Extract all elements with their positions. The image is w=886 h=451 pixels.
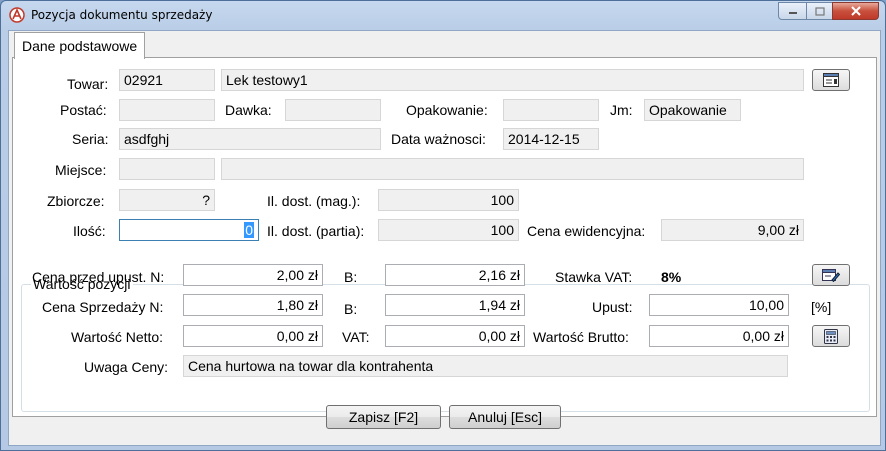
data-waznosci-field[interactable]: 2014-12-15 — [503, 128, 599, 150]
cena-sprzedazy-label: Cena Sprzedaży N: — [42, 299, 164, 315]
uwaga-field[interactable]: Cena hurtowa na towar dla kontrahenta — [183, 355, 788, 377]
jm-label: Jm: — [610, 102, 633, 118]
stawka-vat-value: 8% — [661, 269, 682, 285]
cena-przed-input[interactable]: 2,00 zł — [183, 264, 323, 286]
uwaga-label: Uwaga Ceny: — [84, 359, 169, 375]
calculator-icon — [824, 328, 838, 344]
ilosc-value: 0 — [244, 222, 254, 238]
cena-ewid-field[interactable]: 9,00 zł — [661, 219, 804, 241]
cancel-button[interactable]: Anuluj [Esc] — [449, 405, 561, 429]
cena-przed-label: Cena przed upust. N: — [32, 269, 165, 285]
list-picker-icon — [823, 73, 839, 87]
b2-label: B: — [344, 301, 358, 317]
save-button[interactable]: Zapisz [F2] — [326, 405, 441, 429]
miejsce-name-field[interactable] — [221, 158, 804, 180]
dawka-label: Dawka: — [225, 102, 272, 118]
towar-code-field[interactable]: 02921 — [119, 69, 215, 91]
title-bar[interactable]: Pozycja dokumentu sprzedaży — [1, 1, 885, 29]
towar-name-field[interactable]: Lek testowy1 — [221, 69, 804, 91]
towar-label: Towar: — [67, 76, 109, 92]
edit-form-icon — [822, 269, 840, 282]
postac-field[interactable] — [119, 99, 215, 121]
ilosc-label: Ilość: — [73, 223, 106, 239]
miejsce-label: Miejsce: — [55, 162, 107, 178]
il-dost-mag-label: Il. dost. (mag.): — [267, 193, 361, 209]
maximize-icon — [814, 6, 825, 16]
minimize-icon — [788, 12, 797, 14]
wartosc-brutto-input[interactable]: 0,00 zł — [649, 325, 789, 347]
b2-input[interactable]: 1,94 zł — [385, 294, 525, 316]
dialog-window: Pozycja dokumentu sprzedaży Dane podstaw… — [0, 0, 886, 451]
jm-field[interactable]: Opakowanie — [644, 99, 741, 121]
zbiorcze-label: Zbiorcze: — [47, 193, 105, 209]
zbiorcze-field[interactable]: ? — [119, 189, 215, 211]
tab-dane-podstawowe[interactable]: Dane podstawowe — [14, 32, 146, 59]
seria-label: Seria: — [72, 131, 109, 147]
close-button[interactable] — [832, 2, 879, 20]
dawka-field[interactable] — [285, 99, 381, 121]
miejsce-code-field[interactable] — [119, 158, 215, 180]
opakowanie-field[interactable] — [503, 99, 599, 121]
dialog-client-area: Dane podstawowe Towar: 02921 Lek testowy… — [8, 30, 881, 446]
upust-unit: [%] — [811, 299, 832, 315]
wartosc-netto-input[interactable]: 0,00 zł — [183, 325, 323, 347]
window-title: Pozycja dokumentu sprzedaży — [31, 8, 213, 22]
b1-label: B: — [344, 269, 358, 285]
close-icon — [850, 6, 861, 16]
calculator-button[interactable] — [812, 325, 850, 347]
opakowanie-label: Opakowanie: — [406, 102, 488, 118]
stawka-vat-label: Stawka VAT: — [555, 269, 633, 285]
cena-sprzedazy-input[interactable]: 1,80 zł — [183, 294, 323, 316]
seria-field[interactable]: asdfghj — [119, 128, 381, 150]
wartosc-netto-label: Wartość Netto: — [71, 329, 164, 345]
il-dost-mag-field[interactable]: 100 — [378, 189, 519, 211]
wartosc-brutto-label: Wartość Brutto: — [533, 329, 629, 345]
vat-input[interactable]: 0,00 zł — [385, 325, 525, 347]
ilosc-input[interactable]: 0 — [119, 219, 259, 241]
vat-label: VAT: — [342, 329, 370, 345]
minimize-button[interactable] — [778, 2, 807, 20]
data-waznosci-label: Data ważnosci: — [391, 131, 486, 147]
b1-input[interactable]: 2,16 zł — [385, 264, 525, 286]
product-picker-button[interactable] — [812, 69, 850, 91]
price-edit-button[interactable] — [812, 264, 850, 286]
tab-panel: Towar: 02921 Lek testowy1 Postać: Dawka:… — [12, 57, 877, 417]
maximize-button[interactable] — [806, 2, 833, 20]
il-dost-partia-field[interactable]: 100 — [378, 219, 519, 241]
upust-input[interactable]: 10,00 — [649, 294, 789, 316]
postac-label: Postać: — [60, 102, 107, 118]
il-dost-partia-label: Il. dost. (partia): — [267, 223, 365, 239]
app-logo-icon — [9, 7, 25, 23]
upust-label: Upust: — [592, 299, 633, 315]
cena-ewid-label: Cena ewidencyjna: — [527, 223, 646, 239]
